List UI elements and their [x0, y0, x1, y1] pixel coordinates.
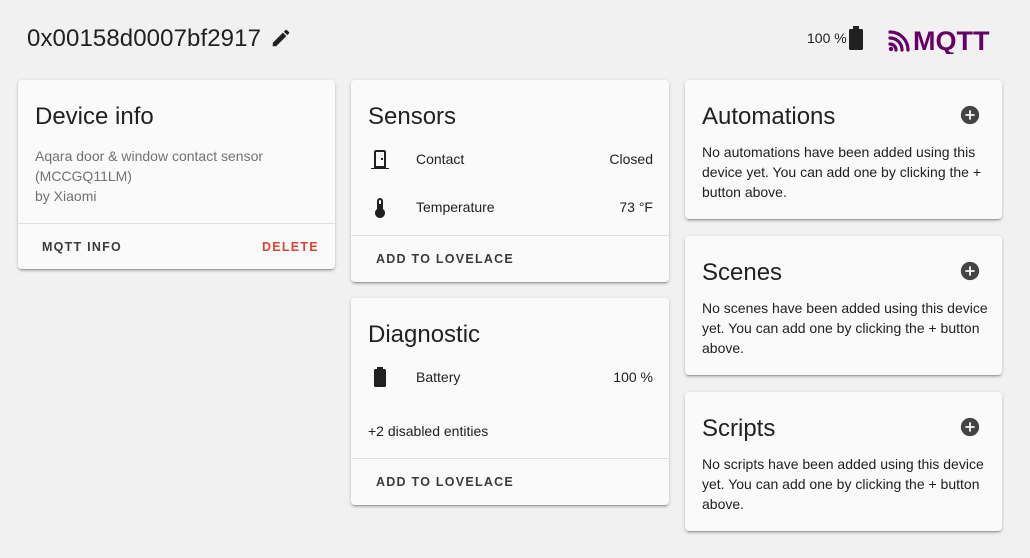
entity-label: Battery — [416, 369, 461, 385]
automations-empty-text: No automations have been added using thi… — [702, 144, 982, 200]
battery-icon — [368, 365, 392, 389]
plus-circle-icon — [960, 105, 980, 125]
scripts-empty-text: No scripts have been added using this de… — [702, 456, 984, 512]
add-to-lovelace-button[interactable]: ADD TO LOVELACE — [376, 252, 514, 266]
add-to-lovelace-button[interactable]: ADD TO LOVELACE — [376, 475, 514, 489]
scenes-title: Scenes — [702, 259, 783, 286]
mqtt-info-button[interactable]: MQTT INFO — [42, 240, 122, 254]
battery-icon — [847, 26, 865, 50]
door-icon — [368, 147, 392, 171]
sensors-card: Sensors Contact Closed Temperature 73 °F… — [351, 80, 669, 282]
scripts-card: Scripts No scripts have been added using… — [685, 392, 1002, 531]
diagnostic-title: Diagnostic — [368, 321, 481, 348]
entity-state: 100 % — [613, 369, 653, 385]
thermometer-icon — [368, 196, 392, 220]
edit-name-button[interactable] — [270, 27, 292, 49]
device-manufacturer: by Xiaomi — [35, 188, 97, 204]
automations-title: Automations — [702, 103, 836, 130]
disabled-entities-link[interactable]: +2 disabled entities — [368, 423, 488, 439]
delete-button[interactable]: DELETE — [262, 240, 319, 254]
entity-state: Closed — [609, 151, 653, 167]
scenes-empty-text: No scenes have been added using this dev… — [702, 300, 988, 356]
add-automation-button[interactable] — [959, 104, 981, 126]
add-script-button[interactable] — [959, 416, 981, 438]
card-divider — [351, 235, 669, 236]
add-scene-button[interactable] — [959, 260, 981, 282]
device-info-card: Device info Aqara door & window contact … — [18, 80, 335, 269]
entity-label: Contact — [416, 151, 465, 167]
page-header: 0x00158d0007bf2917 100 % MQTT — [0, 0, 1030, 78]
mqtt-logo: MQTT — [887, 24, 999, 56]
card-divider — [18, 223, 335, 224]
entity-row[interactable]: Contact Closed — [351, 142, 669, 178]
mqtt-logo-text: MQTT — [913, 26, 990, 54]
plus-circle-icon — [960, 417, 980, 437]
diagnostic-card: Diagnostic Battery 100 % +2 disabled ent… — [351, 298, 669, 505]
entity-row[interactable]: Battery 100 % — [351, 359, 669, 395]
pencil-icon — [272, 29, 290, 47]
battery-level: 100 % — [807, 30, 847, 46]
plus-circle-icon — [960, 261, 980, 281]
device-info-title: Device info — [35, 103, 154, 130]
sensors-title: Sensors — [368, 103, 457, 130]
device-name: 0x00158d0007bf2917 — [27, 25, 262, 52]
scenes-card: Scenes No scenes have been added using t… — [685, 236, 1002, 375]
entity-row[interactable]: Temperature 73 °F — [351, 190, 669, 226]
entity-label: Temperature — [416, 199, 495, 215]
scripts-title: Scripts — [702, 415, 776, 442]
card-divider — [351, 458, 669, 459]
entity-state: 73 °F — [619, 199, 653, 215]
automations-card: Automations No automations have been add… — [685, 80, 1002, 219]
device-model: Aqara door & window contact sensor (MCCG… — [35, 148, 264, 184]
